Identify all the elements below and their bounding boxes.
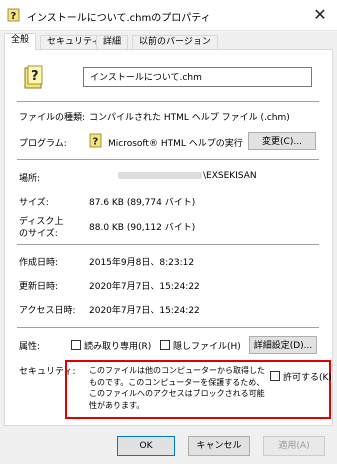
size-value: 87.6 KB (89,774 バイト) [89, 198, 196, 208]
allow-checkbox[interactable] [270, 371, 280, 381]
tab-details[interactable]: 詳細 [96, 35, 129, 49]
separator [17, 244, 319, 245]
window-title: インストールについて.chmのプロパティ [27, 13, 211, 24]
title-bar: ? インストールについて.chmのプロパティ ✕ [0, 0, 337, 31]
tab-general[interactable]: 全般 [4, 33, 37, 50]
svg-text:?: ? [31, 69, 39, 84]
readonly-checkbox[interactable] [71, 340, 81, 350]
svg-text:?: ? [11, 11, 17, 22]
separator [17, 159, 319, 160]
apply-button[interactable]: 適用(A) [263, 436, 325, 456]
tab-strip: 全般 セキュリティ 詳細 以前のバージョン [4, 33, 333, 50]
close-button[interactable]: ✕ [303, 0, 337, 30]
svg-text:?: ? [93, 137, 99, 148]
attributes-label: 属性: [19, 342, 41, 352]
cancel-button[interactable]: キャンセル [188, 436, 250, 456]
advanced-attributes-button[interactable]: 詳細設定(D)... [249, 336, 317, 354]
modified-label: 更新日時: [19, 282, 59, 292]
program-value: Microsoft® HTML ヘルプの実行 [108, 139, 243, 149]
disk-size-value: 88.0 KB (90,112 バイト) [89, 223, 196, 233]
chm-help-icon: ? [24, 65, 43, 89]
file-type-value: コンパイルされた HTML ヘルプ ファイル (.chm) [89, 113, 290, 123]
size-label: サイズ: [19, 198, 49, 208]
help-exec-icon: ? [89, 133, 102, 148]
disk-size-label-line2: のサイズ: [19, 229, 58, 239]
security-message: このファイルは他のコンピューターから取得したものです。このコンピューターを保護す… [89, 366, 265, 410]
modified-value: 2020年7月7日、15:24:22 [89, 282, 200, 292]
separator [17, 327, 319, 328]
readonly-label[interactable]: 読み取り専用(R) [84, 339, 151, 352]
ok-button[interactable]: OK [117, 436, 175, 456]
location-value: \EXSEKISAN [203, 171, 257, 181]
separator [17, 101, 319, 102]
file-type-label: ファイルの種類: [19, 113, 86, 123]
location-label: 場所: [19, 174, 41, 184]
chm-help-icon: ? [7, 8, 20, 22]
allow-label[interactable]: 許可する(K) [283, 370, 332, 383]
accessed-label: アクセス日時: [19, 306, 76, 316]
file-name-field[interactable]: インストールについて.chm [83, 67, 312, 87]
created-label: 作成日時: [19, 258, 59, 268]
accessed-value: 2020年7月7日、15:24:22 [89, 306, 200, 316]
change-program-button[interactable]: 変更(C)... [248, 132, 316, 150]
redacted-path [118, 172, 202, 179]
program-label: プログラム: [19, 139, 67, 149]
created-value: 2015年9月8日、8:23:12 [89, 258, 195, 268]
hidden-checkbox[interactable] [160, 340, 170, 350]
hidden-label[interactable]: 隠しファイル(H) [173, 339, 241, 352]
tab-previous-versions[interactable]: 以前のバージョン [132, 35, 218, 49]
